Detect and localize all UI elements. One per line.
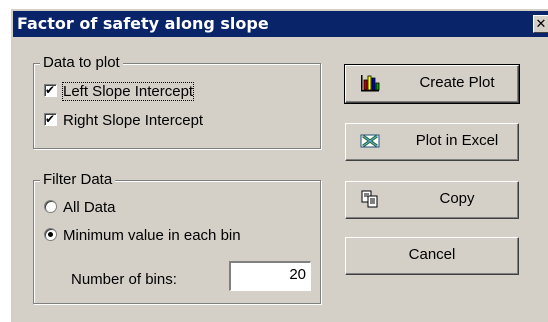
plot-in-excel-button[interactable]: Plot in Excel (345, 123, 519, 161)
min-value-option[interactable]: Minimum value in each bin (44, 227, 241, 245)
copy-icon (361, 190, 378, 208)
right-slope-checkbox[interactable] (44, 110, 57, 128)
close-icon: ✕ (535, 17, 547, 32)
create-plot-button[interactable]: Create Plot (344, 64, 520, 104)
create-plot-label: Create Plot (419, 74, 495, 91)
left-slope-checkbox[interactable] (44, 81, 57, 99)
filter-data-group: Filter Data All Data Minimum value in ea… (33, 171, 321, 304)
min-value-label: Minimum value in each bin (63, 227, 241, 244)
title-bar: Factor of safety along slope ✕ (13, 11, 548, 37)
window-title: Factor of safety along slope (17, 14, 269, 33)
plot-in-excel-label: Plot in Excel (415, 132, 499, 149)
right-slope-option[interactable]: Right Slope Intercept (44, 110, 204, 130)
close-button[interactable]: ✕ (533, 15, 548, 33)
all-data-radio[interactable] (44, 200, 57, 213)
min-value-radio[interactable] (44, 228, 57, 241)
bar-chart-icon (361, 75, 380, 92)
cancel-label: Cancel (408, 246, 456, 263)
right-slope-label: Right Slope Intercept (63, 112, 204, 129)
copy-button[interactable]: Copy (345, 181, 519, 219)
dialog: Factor of safety along slope ✕ Data to p… (10, 8, 548, 322)
all-data-label: All Data (63, 199, 116, 216)
left-slope-option[interactable]: Left Slope Intercept (44, 81, 195, 101)
excel-icon (360, 134, 380, 148)
filter-data-legend: Filter Data (40, 171, 116, 189)
data-to-plot-group: Data to plot Left Slope Intercept Right … (33, 54, 321, 149)
data-to-plot-legend: Data to plot (40, 54, 123, 72)
copy-label: Copy (439, 190, 475, 207)
bins-label: Number of bins: (71, 271, 177, 288)
left-slope-label: Left Slope Intercept (61, 82, 195, 101)
all-data-option[interactable]: All Data (44, 199, 116, 217)
cancel-button[interactable]: Cancel (345, 237, 519, 275)
bins-input[interactable]: 20 (229, 261, 311, 291)
